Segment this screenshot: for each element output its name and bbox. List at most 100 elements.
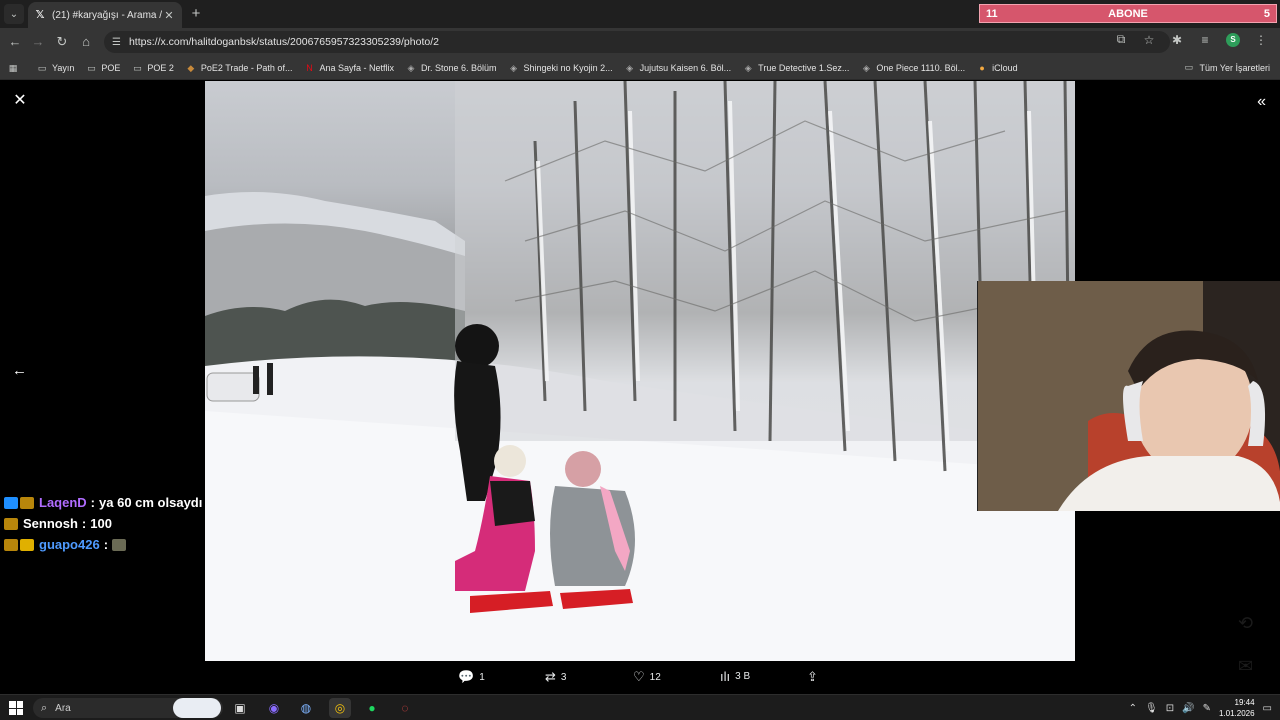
icloud-icon: ● (979, 62, 985, 73)
windows-start-icon[interactable] (9, 701, 23, 715)
new-tab-plus-icon[interactable]: + (187, 5, 205, 23)
repost-count: 3 (560, 671, 567, 683)
folder-icon: ▭ (87, 62, 96, 73)
network-icon[interactable]: ⊡ (1166, 703, 1174, 714)
taskbar-search-placeholder: Ara (55, 702, 71, 714)
heart-icon: ♡ (633, 669, 645, 684)
bookmark-item[interactable]: ◈ Shingeki no Kyojin 2... (509, 63, 613, 73)
snow-scene-illustration (205, 81, 1075, 661)
bookmark-label: PoE2 Trade - Path of... (200, 62, 293, 73)
chat-username: LaqenD (39, 495, 87, 510)
toolbar-right-actions: ⧉ ☆ ✱ ≡ S ⋮ (1114, 32, 1268, 47)
netflix-icon: N (306, 62, 313, 73)
chat-separator: : (90, 495, 96, 510)
browser-tab[interactable]: 𝕏 (21) #karyağışı - Arama / X ✕ (28, 2, 182, 28)
site-icon: ◈ (510, 62, 517, 73)
views-bar-chart-icon: ılı (720, 669, 731, 684)
chat-separator: : (81, 516, 87, 531)
steam-icon[interactable]: ◍ (295, 698, 317, 718)
chat-message: guapo426: (4, 534, 202, 555)
pen-icon[interactable]: ✎ (1203, 703, 1211, 714)
bookmark-item[interactable]: ◈ True Detective 1.Sez... (743, 62, 850, 73)
microphone-icon[interactable]: 🎙 (1145, 703, 1158, 714)
apps-grid-icon[interactable]: ▦ (8, 63, 23, 73)
post-action-bar: 💬 1 ⇄ 3 ♡ 12 ılı 3 B ⇪ (0, 665, 1280, 689)
previous-photo-arrow-icon[interactable]: ← (12, 362, 27, 379)
chat-text: 100 (90, 516, 112, 531)
install-app-icon[interactable]: ⧉ (1114, 32, 1128, 47)
bookmark-label: Jujutsu Kaisen 6. Böl... (639, 62, 732, 73)
bookmark-item[interactable]: ◈ Dr. Stone 6. Bölüm (406, 63, 497, 73)
abone-left-count: 11 (986, 7, 998, 20)
site-icon: ◈ (407, 62, 415, 73)
notifications-icon[interactable]: ▭ (1263, 703, 1272, 714)
folder-icon: ▭ (133, 62, 142, 73)
chat-message: Sennosh:100 (4, 513, 202, 534)
chrome-icon[interactable]: ◎ (329, 698, 351, 718)
reload-icon[interactable]: ↻ (53, 33, 71, 51)
post-photo[interactable] (205, 81, 1075, 661)
chat-emote-icon (112, 538, 127, 551)
repost-button[interactable]: ⇄ 3 (545, 669, 566, 685)
streamer-webcam (977, 281, 1280, 511)
forward-arrow-icon[interactable]: → (29, 33, 47, 51)
views-button[interactable]: ılı 3 B (720, 669, 750, 684)
bookmark-item[interactable]: ◈ Jujutsu Kaisen 6. Böl... (625, 62, 732, 73)
obs-icon[interactable]: ◌ (394, 698, 416, 718)
like-button[interactable]: ♡ 12 (633, 669, 661, 685)
chat-badge-icon (4, 538, 18, 551)
folder-icon: ▭ (37, 62, 47, 73)
browser-toolbar: ← → ↻ ⌂ ☰ https://x.com/halitdoganbsk/st… (0, 28, 1280, 56)
home-icon[interactable]: ⌂ (77, 33, 95, 51)
reply-button[interactable]: 💬 1 (458, 669, 485, 685)
bookmark-label: True Detective 1.Sez... (758, 62, 850, 73)
windows-taskbar: ⌕ Ara ▣ ◉ ◍ ◎ ● ◌ ⌃ 🎙 ⊡ 🔊 ✎ 19:44 1.01.2… (0, 694, 1280, 720)
bookmark-label: One Piece 1110. Böl... (876, 62, 966, 73)
tab-close-icon[interactable]: ✕ (162, 9, 176, 22)
share-button[interactable]: ⇪ (807, 669, 823, 685)
extensions-icon[interactable]: ✱ (1170, 33, 1184, 47)
site-icon: ◈ (626, 62, 634, 73)
bookmarks-bar: ▦ ▭ Yayın ▭ POE ▭ POE 2 ◆ PoE2 Trade - Path of.… (0, 56, 1280, 80)
bookmark-item[interactable]: N Ana Sayfa - Netflix (304, 63, 394, 73)
bookmark-label: Shingeki no Kyojin 2... (523, 62, 613, 73)
chat-badge-icon (20, 538, 34, 551)
profile-avatar[interactable]: S (1226, 32, 1240, 47)
taskbar-clock[interactable]: 19:44 1.01.2026 (1219, 697, 1255, 719)
bookmark-label: iCloud (992, 62, 1018, 73)
messages-envelope-icon[interactable]: ✉ (1238, 656, 1253, 677)
spotify-icon[interactable]: ● (361, 698, 383, 718)
bookmark-item[interactable]: ◈ One Piece 1110. Böl... (861, 63, 965, 73)
all-bookmarks-folder[interactable]: ▭ Tüm Yer İşaretleri (1184, 62, 1270, 73)
back-arrow-icon[interactable]: ← (6, 33, 24, 51)
clock-time: 19:44 (1234, 698, 1255, 707)
bookmark-label: Ana Sayfa - Netflix (319, 62, 394, 73)
tray-overflow-chevron-icon[interactable]: ⌃ (1129, 703, 1137, 714)
bookmark-list: ▭ Yayın ▭ POE ▭ POE 2 ◆ PoE2 Trade - Path of...… (37, 63, 1030, 73)
site-icon: ◈ (862, 62, 870, 73)
url-text[interactable]: https://x.com/halitdoganbsk/status/20067… (129, 36, 439, 48)
bookmark-label: POE (101, 62, 121, 73)
task-view-icon[interactable]: ▣ (229, 698, 251, 718)
close-icon[interactable]: ✕ (12, 93, 28, 109)
grok-icon[interactable]: ⟲ (1238, 613, 1253, 634)
bookmark-item[interactable]: ▭ POE (86, 63, 120, 73)
abone-right-count: 5 (1263, 7, 1270, 20)
taskbar-search-box[interactable]: ⌕ Ara (33, 698, 223, 718)
tab-search-chevron-icon[interactable]: ⌄ (4, 4, 24, 24)
address-bar[interactable]: ☰ https://x.com/halitdoganbsk/status/200… (104, 31, 1170, 53)
discord-icon[interactable]: ◉ (263, 698, 285, 718)
volume-icon[interactable]: 🔊 (1182, 703, 1194, 714)
bookmark-star-icon[interactable]: ☆ (1142, 33, 1156, 47)
menu-kebab-icon[interactable]: ⋮ (1254, 33, 1268, 47)
bookmark-item[interactable]: ● iCloud (977, 62, 1018, 73)
bookmark-item[interactable]: ◆ PoE2 Trade - Path of... (186, 62, 293, 73)
bookmark-item[interactable]: ▭ POE 2 (132, 63, 174, 73)
clock-date: 1.01.2026 (1218, 709, 1255, 718)
collapse-sidebar-icon[interactable]: « (1257, 93, 1266, 111)
media-controls-icon[interactable]: ≡ (1198, 33, 1212, 47)
site-info-icon[interactable]: ☰ (112, 37, 121, 48)
bookmark-item[interactable]: ▭ Yayın (37, 62, 75, 73)
tab-title: (21) #karyağışı - Arama / X (52, 9, 162, 21)
chat-badge-icon (4, 517, 18, 530)
